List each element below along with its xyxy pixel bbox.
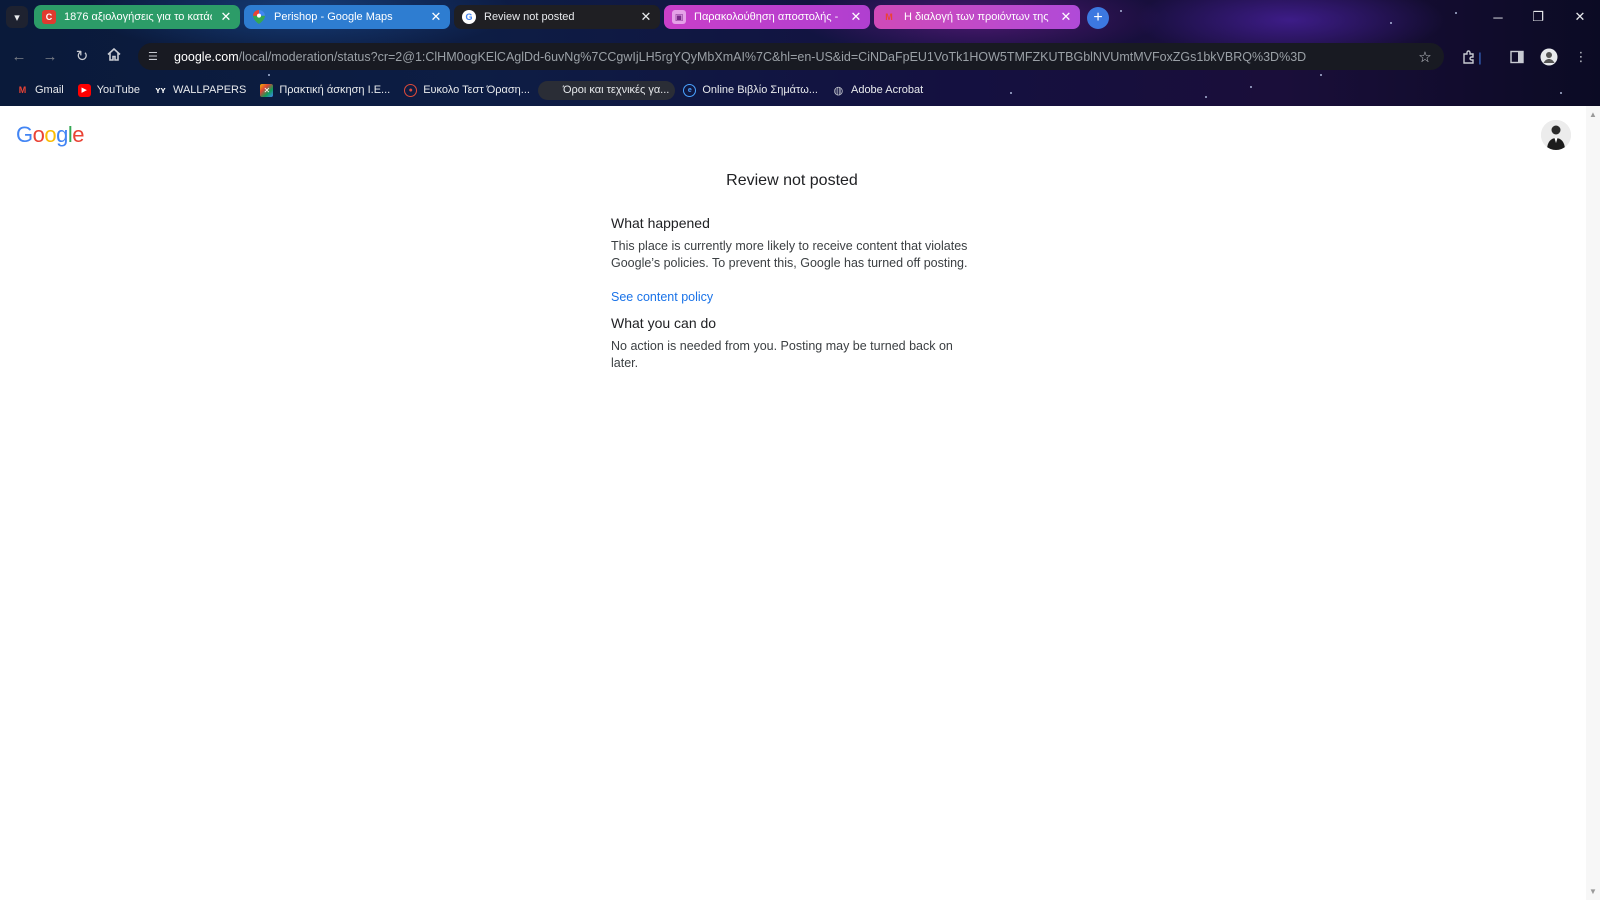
- bookmark-label: WALLPAPERS: [172, 84, 247, 96]
- tab-title: Review not posted: [484, 11, 575, 23]
- reload-icon: ↻: [75, 48, 89, 65]
- bookmark-label: Gmail: [35, 84, 64, 96]
- close-icon[interactable]: ✕: [850, 10, 862, 23]
- site-info-icon[interactable]: ☰: [148, 50, 164, 63]
- kebab-menu-icon[interactable]: ⋮: [1570, 46, 1592, 68]
- eye-test-icon: ●: [404, 83, 418, 97]
- tab-products[interactable]: M Η διαλογή των προιόντων της πε ✕: [874, 5, 1080, 29]
- avatar-person-icon: [1541, 120, 1571, 150]
- address-bar[interactable]: ☰ google.com/local/moderation/status?cr=…: [138, 43, 1444, 70]
- globe-icon: ◍: [833, 84, 844, 97]
- side-panel-icon[interactable]: [1506, 46, 1528, 68]
- page-title: Review not posted: [726, 172, 858, 189]
- red-doc-icon: C: [42, 10, 56, 24]
- close-window-button[interactable]: ✕: [1566, 6, 1594, 28]
- tab-review-not-posted[interactable]: G Review not posted ✕: [454, 5, 660, 29]
- wallpapers-icon: ʏʏ: [155, 85, 166, 95]
- plus-icon: +: [1093, 9, 1103, 26]
- close-icon[interactable]: ✕: [640, 10, 652, 23]
- toolbar: ← → ↻ ☰ google.com/local/moderation/stat…: [0, 38, 1600, 74]
- page-viewport: Google Review not posted What happened T…: [0, 106, 1586, 900]
- scroll-down-icon[interactable]: ▼: [1589, 887, 1597, 896]
- url-host: google.com: [174, 49, 239, 64]
- tab-title: Παρακολούθηση αποστολής - PE: [694, 11, 842, 23]
- tab-shipment-tracking[interactable]: ▣ Παρακολούθηση αποστολής - PE ✕: [664, 5, 870, 29]
- decor-star: [1320, 74, 1322, 76]
- google-g-icon: G: [462, 10, 476, 24]
- bookmark-label: Όροι και τεχνικές γα...: [562, 84, 670, 96]
- home-icon: [107, 47, 121, 65]
- google-logo[interactable]: Google: [16, 122, 85, 148]
- tab-title: 1876 αξιολογήσεις για το κατάστημα: [64, 11, 212, 23]
- browser-chrome: ▾ C 1876 αξιολογήσεις για το κατάστημα ✕…: [0, 0, 1600, 106]
- restore-button[interactable]: ❐: [1524, 6, 1552, 28]
- tab-strip: ▾ C 1876 αξιολογήσεις για το κατάστημα ✕…: [0, 0, 1600, 34]
- minimize-icon: ─: [1493, 9, 1503, 25]
- url-text[interactable]: google.com/local/moderation/status?cr=2@…: [174, 50, 1412, 64]
- arrow-left-icon: ←: [11, 47, 27, 65]
- decor-star: [268, 74, 270, 76]
- close-icon[interactable]: ✕: [220, 10, 232, 23]
- bookmarks-bar: M Gmail ▶ YouTube ʏʏ WALLPAPERS ✕ Πρακτι…: [0, 78, 1600, 102]
- arrow-right-icon: →: [42, 47, 58, 65]
- tab-google-maps[interactable]: Perishop - Google Maps ✕: [244, 5, 450, 29]
- close-icon: ✕: [1574, 9, 1586, 24]
- minimize-button[interactable]: ─: [1484, 6, 1512, 28]
- tab-title: Perishop - Google Maps: [274, 11, 393, 23]
- bookmark-label: Ευκολο Τεστ Όραση...: [423, 84, 530, 96]
- bookmark-adobe-acrobat[interactable]: ◍ Adobe Acrobat: [826, 81, 929, 100]
- url-path: /local/moderation/status?cr=2@1:ClHM0ogK…: [238, 49, 1307, 64]
- bookmark-gmail[interactable]: M Gmail: [10, 81, 70, 100]
- what-happened-body: This place is currently more likely to r…: [611, 239, 968, 270]
- maps-pin-icon: [252, 10, 266, 24]
- bookmark-eye-test[interactable]: ● Ευκολο Τεστ Όραση...: [398, 81, 536, 100]
- chevron-down-icon: ▾: [14, 11, 20, 24]
- pink-tracker-icon: ▣: [672, 10, 686, 24]
- what-you-can-do-heading: What you can do: [611, 315, 717, 331]
- bookmark-youtube[interactable]: ▶ YouTube: [72, 81, 146, 100]
- bookmark-star-icon[interactable]: ☆: [1412, 48, 1438, 66]
- scroll-up-icon[interactable]: ▲: [1589, 110, 1597, 119]
- reload-button[interactable]: ↻: [70, 44, 94, 68]
- bookmark-terms[interactable]: Όροι και τεχνικές γα...: [537, 80, 676, 100]
- home-button[interactable]: [102, 44, 126, 68]
- tab-search-button[interactable]: ▾: [6, 6, 28, 28]
- back-button[interactable]: ←: [7, 44, 31, 68]
- extensions-icon[interactable]: [1458, 46, 1480, 68]
- toolbar-divider: |: [1478, 49, 1482, 65]
- close-icon[interactable]: ✕: [430, 10, 442, 23]
- tab-title: Η διαλογή των προιόντων της πε: [904, 11, 1052, 23]
- bookmark-internship[interactable]: ✕ Πρακτική άσκηση Ι.Ε...: [254, 81, 396, 100]
- bookmark-wallpapers[interactable]: ʏʏ WALLPAPERS: [148, 81, 252, 100]
- gmail-icon: M: [885, 12, 893, 22]
- see-content-policy-link[interactable]: See content policy: [611, 290, 713, 304]
- page-scrollbar[interactable]: ▲ ▼: [1586, 106, 1600, 900]
- new-tab-button[interactable]: +: [1087, 7, 1109, 29]
- blank-icon: [544, 84, 557, 97]
- bookmark-label: Πρακτική άσκηση Ι.Ε...: [279, 84, 391, 96]
- gmail-icon: M: [18, 85, 27, 95]
- what-happened-heading: What happened: [611, 215, 710, 231]
- colorful-icon: ✕: [260, 83, 274, 97]
- bookmark-label: YouTube: [96, 84, 140, 96]
- profile-avatar-icon[interactable]: [1538, 46, 1560, 68]
- forward-button[interactable]: →: [38, 44, 62, 68]
- bookmark-label: Online Βιβλίο Σημάτω...: [702, 84, 818, 96]
- bookmark-label: Adobe Acrobat: [850, 84, 924, 96]
- bookmark-online-book[interactable]: e Online Βιβλίο Σημάτω...: [677, 81, 824, 100]
- book-icon: e: [683, 83, 697, 97]
- restore-icon: ❐: [1532, 9, 1544, 24]
- close-icon[interactable]: ✕: [1060, 10, 1072, 23]
- what-you-can-do-body: No action is needed from you. Posting ma…: [611, 339, 953, 370]
- tab-reviews[interactable]: C 1876 αξιολογήσεις για το κατάστημα ✕: [34, 5, 240, 29]
- account-avatar[interactable]: [1541, 120, 1571, 150]
- youtube-icon: ▶: [77, 83, 91, 97]
